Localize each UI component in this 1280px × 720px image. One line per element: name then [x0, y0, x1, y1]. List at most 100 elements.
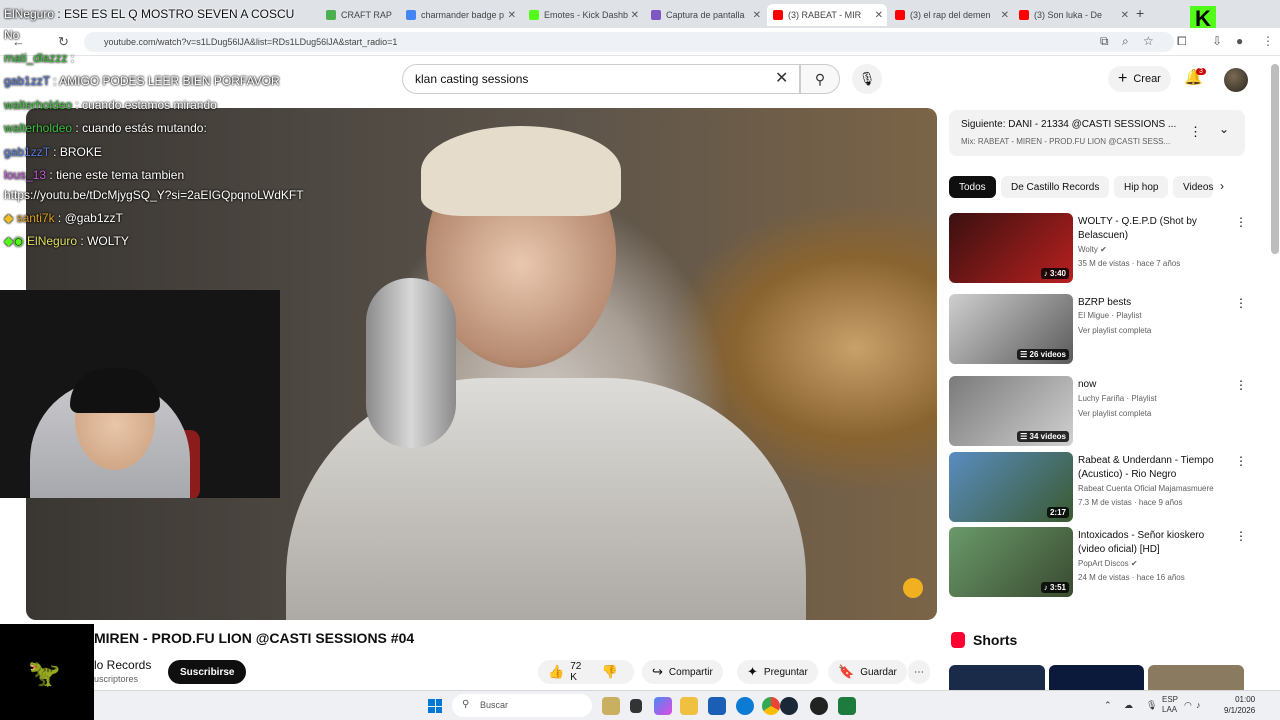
menu-kebab-icon[interactable]: ⋮ — [1262, 34, 1274, 48]
browser-tab[interactable]: Captura de pantalla ✕ — [645, 4, 765, 26]
more-actions-button[interactable]: ⋯ — [908, 660, 930, 684]
badge-icon: ◆ — [4, 211, 17, 225]
copilot-icon[interactable] — [654, 697, 672, 715]
tray-chevron-up-icon[interactable]: ⌃ — [1104, 700, 1112, 711]
playlist-thumbnail[interactable]: ☰ 26 videos — [949, 294, 1073, 364]
video-thumbnail[interactable]: ♪ 3:40 — [949, 213, 1073, 283]
browser-tab[interactable]: (3) el rap del demen ✕ — [889, 4, 1013, 26]
more-vertical-icon[interactable]: ⋮ — [1235, 454, 1247, 468]
chat-username: gab1zzT — [4, 145, 50, 159]
mix-next-panel[interactable]: Siguiente: DANI - 21334 @CASTI SESSIONS … — [949, 110, 1245, 156]
search-button[interactable]: ⚲ — [800, 64, 840, 94]
recommendation-item[interactable]: ♪ 3:51 Intoxicados - Señor kioskero (vid… — [949, 527, 1249, 597]
sparkle-icon: ✦ — [747, 664, 758, 679]
video-thumbnail[interactable]: 2:17 — [949, 452, 1073, 522]
steam-icon[interactable] — [780, 697, 798, 715]
file-explorer-icon[interactable] — [680, 697, 698, 715]
save-button[interactable]: 🔖 Guardar — [828, 660, 907, 684]
taskbar-search[interactable]: ⚲ Buscar — [452, 694, 592, 717]
install-icon[interactable]: ⧉ — [1100, 34, 1109, 49]
chat-link[interactable]: https://youtu.be/tDcMjygSQ_Y?si=2aEIGQpq… — [4, 188, 304, 202]
account-avatar[interactable] — [1224, 68, 1248, 92]
chat-username: No — [4, 28, 20, 42]
mic-tray-icon[interactable]: 🎙 — [1146, 700, 1157, 711]
taskbar-app-icon[interactable] — [602, 697, 620, 715]
recommendation-title[interactable]: BZRP bests — [1078, 296, 1228, 310]
browser-tab-active[interactable]: (3) RABEAT - MIR ✕ — [767, 4, 887, 26]
more-vertical-icon[interactable]: ⋮ — [1189, 124, 1202, 140]
recommendation-title[interactable]: now — [1078, 378, 1228, 392]
view-playlist-link[interactable]: Ver playlist completa — [1078, 326, 1151, 335]
recommendation-channel: Rabeat Cuenta Oficial Majamasmuere — [1078, 484, 1214, 493]
more-vertical-icon[interactable]: ⋮ — [1235, 378, 1247, 392]
store-icon[interactable] — [708, 697, 726, 715]
bookmark-star-icon[interactable]: ☆ — [1143, 34, 1154, 48]
ask-button[interactable]: ✦ Preguntar — [737, 660, 818, 684]
wifi-icon[interactable]: ◠ — [1184, 700, 1192, 711]
volume-icon[interactable]: ♪ — [1196, 700, 1201, 710]
recommendation-title[interactable]: Intoxicados - Señor kioskero (video ofic… — [1078, 529, 1228, 557]
profile-icon[interactable]: ● — [1236, 34, 1243, 48]
excel-icon[interactable] — [838, 697, 856, 715]
video-thumbnail[interactable]: ♪ 3:51 — [949, 527, 1073, 597]
cloud-icon[interactable]: ☁ — [1124, 700, 1133, 711]
close-tab-icon[interactable]: ✕ — [1121, 10, 1129, 21]
more-vertical-icon[interactable]: ⋮ — [1235, 529, 1247, 543]
close-tab-icon[interactable]: ✕ — [753, 10, 761, 21]
language-indicator[interactable]: ESP LAA — [1162, 695, 1178, 715]
recommendation-title[interactable]: Rabeat & Underdann - Tiempo (Acustico) -… — [1078, 454, 1228, 482]
zoom-icon[interactable]: ⌕ — [1122, 34, 1129, 49]
more-vertical-icon[interactable]: ⋮ — [1235, 215, 1247, 229]
channel-name[interactable]: lo Records — [94, 658, 151, 672]
more-vertical-icon[interactable]: ⋮ — [1235, 296, 1247, 310]
recommendation-item[interactable]: ☰ 26 videos BZRP bests El Migue · Playli… — [949, 294, 1249, 364]
chevron-right-icon[interactable]: › — [1220, 179, 1224, 193]
recommendation-item[interactable]: ♪ 3:40 WOLTY - Q.E.P.D (Shot by Belascue… — [949, 213, 1249, 283]
voice-search-button[interactable]: 🎙 — [852, 64, 882, 94]
duration-badge: 2:17 — [1046, 507, 1069, 518]
task-view-icon[interactable] — [630, 699, 642, 713]
chrome-icon[interactable] — [762, 697, 780, 715]
browser-tab[interactable]: CRAFT RAP — [320, 4, 400, 26]
recommendation-item[interactable]: 2:17 Rabeat & Underdann - Tiempo (Acusti… — [949, 452, 1249, 522]
extensions-icon[interactable]: ⧠ — [1177, 34, 1187, 49]
taskbar-clock[interactable]: 01:00 9/1/2026 — [1224, 694, 1255, 716]
clear-search-icon[interactable]: ✕ — [775, 68, 788, 88]
recommendation-channel: PopArt Discos ✔ — [1078, 559, 1138, 568]
close-tab-icon[interactable]: ✕ — [1001, 10, 1009, 21]
filter-chip-all[interactable]: Todos — [949, 176, 996, 198]
youtube-favicon-icon — [773, 10, 783, 20]
filter-chip-videos[interactable]: Videos — [1173, 176, 1213, 198]
browser-tab[interactable]: (3) Son luka - De ✕ — [1013, 4, 1133, 26]
view-playlist-link[interactable]: Ver playlist completa — [1078, 409, 1151, 418]
url-field[interactable]: youtube.com/watch?v=s1LDug56lJA&list=RDs… — [84, 32, 1174, 52]
close-tab-icon[interactable]: ✕ — [875, 10, 883, 21]
youtube-favicon-icon — [895, 10, 905, 20]
thumbs-down-icon[interactable]: 👎 — [602, 664, 618, 680]
close-tab-icon[interactable]: ✕ — [631, 10, 639, 21]
new-tab-button[interactable]: + — [1136, 5, 1144, 21]
filter-chip-hip-hop[interactable]: Hip hop — [1114, 176, 1169, 198]
recommendation-item[interactable]: ☰ 34 videos now Luchy Fariña · Playlist … — [949, 376, 1249, 446]
playlist-thumbnail[interactable]: ☰ 34 videos — [949, 376, 1073, 446]
windows-start-icon[interactable] — [428, 699, 442, 713]
edge-icon[interactable] — [736, 697, 754, 715]
downloads-icon[interactable]: ⇩ — [1212, 34, 1222, 48]
chat-username: ElNeguro — [27, 234, 78, 248]
filter-chip-castillo-records[interactable]: De Castillo Records — [1001, 176, 1110, 198]
tab-favicon — [529, 10, 539, 20]
share-button[interactable]: ↪ Compartir — [642, 660, 723, 684]
search-input[interactable]: klan casting sessions — [402, 64, 800, 94]
page-scrollbar[interactable] — [1271, 64, 1279, 254]
subscribe-button[interactable]: Suscribirse — [168, 660, 247, 684]
reload-icon[interactable]: ↻ — [58, 34, 69, 50]
browser-tab[interactable]: Emotes - Kick Dashb ✕ — [523, 4, 643, 26]
close-tab-icon[interactable]: ✕ — [508, 10, 516, 21]
recommendation-title[interactable]: WOLTY - Q.E.P.D (Shot by Belascuen) — [1078, 215, 1228, 243]
notification-count-badge: 3 — [1196, 68, 1206, 75]
like-dislike-button[interactable]: 👍 72 K 👎 — [538, 660, 634, 684]
create-button[interactable]: + Crear — [1108, 66, 1171, 92]
browser-tab[interactable]: charmander badge p ✕ — [400, 4, 520, 26]
chevron-down-icon[interactable]: ⌄ — [1219, 122, 1229, 136]
obs-icon[interactable] — [810, 697, 828, 715]
